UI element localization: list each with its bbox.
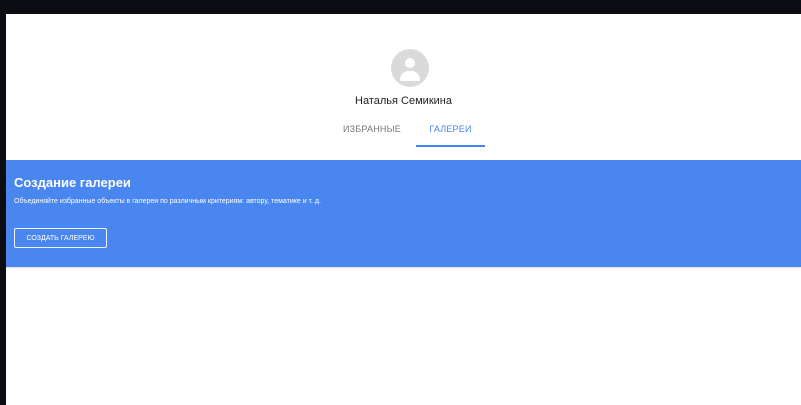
create-gallery-button[interactable]: СОЗДАТЬ ГАЛЕРЕЮ <box>14 228 107 248</box>
create-gallery-banner: Создание галереи Объединяйте избранные о… <box>6 160 801 267</box>
profile-name: Наталья Семикина <box>355 95 452 107</box>
banner-description: Объединяйте избранные объекты в галереи … <box>14 198 321 205</box>
tab-favorites[interactable]: ИЗБРАННЫЕ <box>335 121 409 145</box>
profile-page: Наталья Семикина ИЗБРАННЫЕ ГАЛЕРЕИ Созда… <box>6 14 801 405</box>
person-icon-body <box>400 71 420 81</box>
profile-tabs: ИЗБРАННЫЕ ГАЛЕРЕИ <box>6 121 801 151</box>
avatar <box>391 49 429 87</box>
tab-galleries[interactable]: ГАЛЕРЕИ <box>416 121 485 147</box>
person-icon <box>405 58 415 68</box>
banner-title: Создание галереи <box>14 175 131 190</box>
